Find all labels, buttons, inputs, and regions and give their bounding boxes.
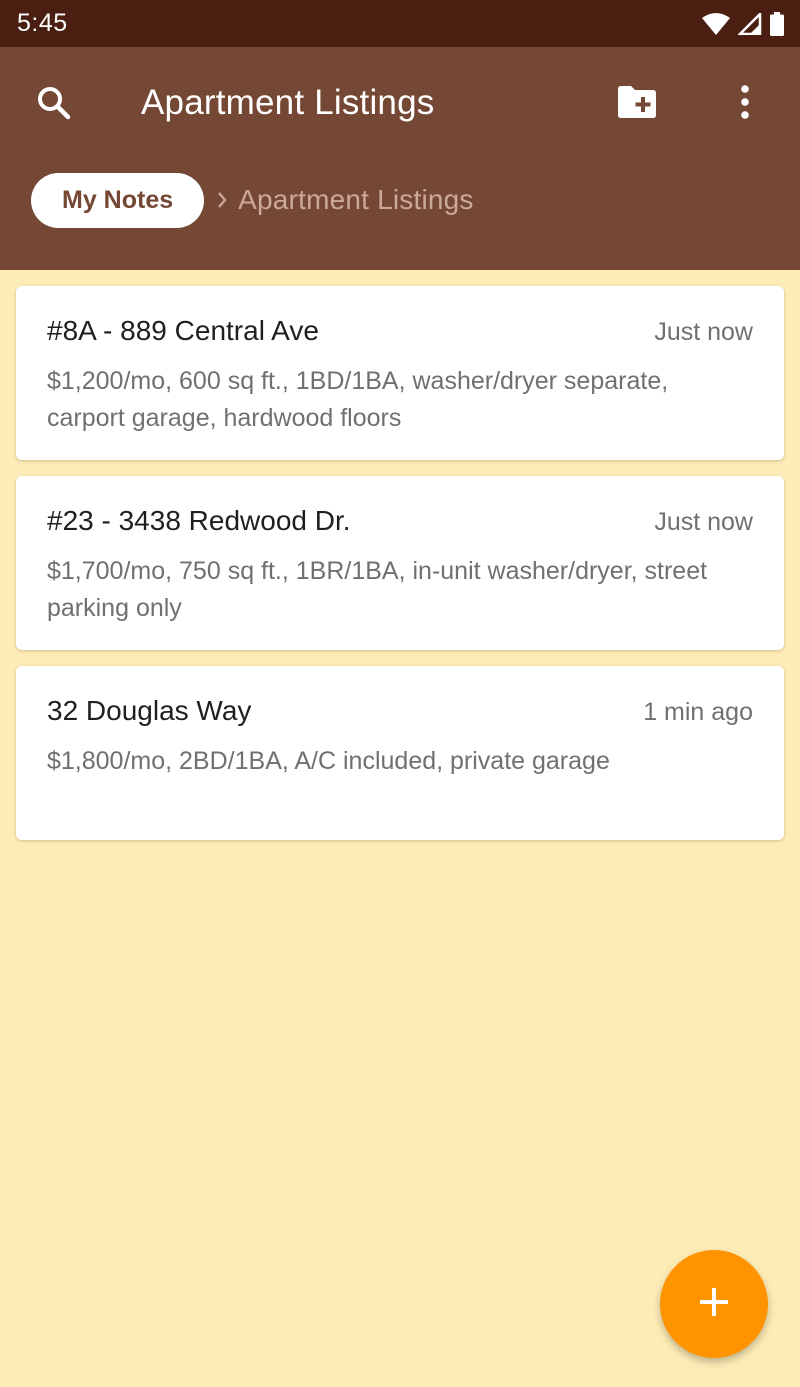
breadcrumb: My Notes Apartment Listings: [31, 172, 474, 228]
more-vert-icon: [740, 84, 750, 124]
search-button[interactable]: [26, 77, 82, 133]
note-preview: $1,200/mo, 600 sq ft., 1BD/1BA, washer/d…: [47, 367, 669, 432]
note-preview: $1,700/mo, 750 sq ft., 1BR/1BA, in-unit …: [47, 557, 708, 622]
breadcrumb-current: Apartment Listings: [238, 184, 474, 215]
note-card[interactable]: #23 - 3438 Redwood Dr. Just now $1,700/m…: [16, 476, 784, 650]
status-icons: [702, 11, 784, 36]
note-card[interactable]: #8A - 889 Central Ave Just now $1,200/mo…: [16, 286, 784, 460]
status-time: 5:45: [17, 9, 68, 37]
app-bar: Apartment Listings My Notes Apartment Li…: [0, 47, 800, 270]
plus-icon: [699, 1287, 729, 1322]
wifi-icon: [702, 12, 730, 35]
chevron-right-icon: [216, 191, 228, 209]
note-timestamp: Just now: [654, 318, 753, 346]
notes-list: #8A - 889 Central Ave Just now $1,200/mo…: [16, 286, 784, 856]
note-timestamp: 1 min ago: [643, 698, 753, 726]
new-folder-button[interactable]: [609, 76, 665, 132]
new-folder-icon: [616, 85, 658, 124]
breadcrumb-root-chip[interactable]: My Notes: [31, 172, 205, 228]
status-bar: 5:45: [0, 0, 800, 47]
battery-icon: [770, 11, 784, 36]
page-title: Apartment Listings: [141, 83, 435, 122]
note-title: #23 - 3438 Redwood Dr.: [47, 505, 351, 536]
add-note-button[interactable]: [660, 1250, 768, 1358]
more-options-button[interactable]: [717, 76, 773, 132]
toolbar: Apartment Listings: [0, 47, 800, 162]
note-timestamp: Just now: [654, 508, 753, 536]
note-title: #8A - 889 Central Ave: [47, 315, 319, 346]
note-preview: $1,800/mo, 2BD/1BA, A/C included, privat…: [47, 747, 610, 775]
note-card[interactable]: 32 Douglas Way 1 min ago $1,800/mo, 2BD/…: [16, 666, 784, 840]
search-icon: [37, 86, 71, 125]
note-title: 32 Douglas Way: [47, 695, 252, 726]
cell-signal-icon: [738, 12, 762, 35]
